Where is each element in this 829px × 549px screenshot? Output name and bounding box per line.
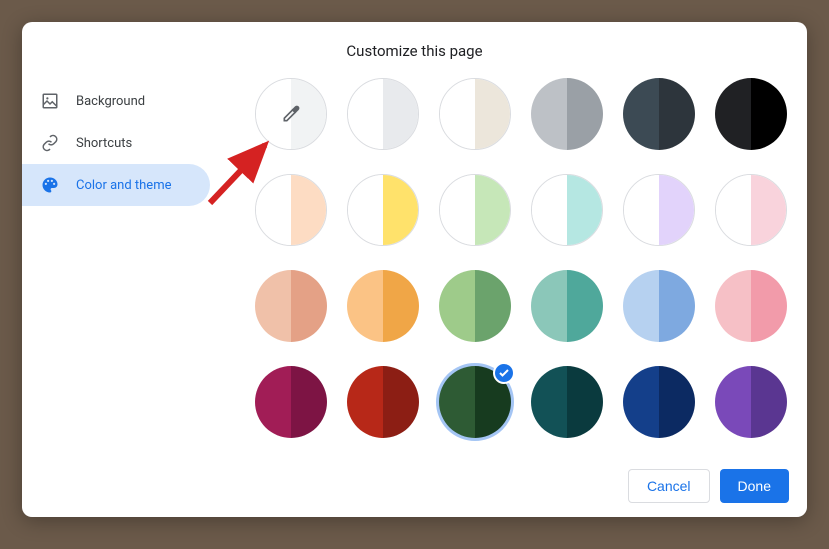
- color-swatch-pastel-pink[interactable]: [715, 174, 787, 246]
- color-swatch-navy[interactable]: [623, 366, 695, 438]
- cancel-button[interactable]: Cancel: [628, 469, 710, 503]
- image-frame-icon: [40, 91, 60, 111]
- link-icon: [40, 133, 60, 153]
- color-swatch-color-picker[interactable]: [255, 78, 327, 150]
- sidebar-item-label: Color and theme: [76, 178, 172, 193]
- color-swatch-green[interactable]: [439, 270, 511, 342]
- color-swatch-pink[interactable]: [715, 270, 787, 342]
- sidebar: Background Shortcuts Color and them: [22, 78, 220, 463]
- sidebar-item-shortcuts[interactable]: Shortcuts: [22, 122, 210, 164]
- dialog-footer: Cancel Done: [610, 455, 807, 517]
- color-swatch-pastel-yellow[interactable]: [347, 174, 419, 246]
- color-swatch-pastel-green[interactable]: [439, 174, 511, 246]
- color-swatch-teal[interactable]: [531, 270, 603, 342]
- color-swatch-pastel-lavender[interactable]: [623, 174, 695, 246]
- sidebar-item-label: Background: [76, 94, 145, 109]
- color-swatch-magenta[interactable]: [255, 366, 327, 438]
- color-swatch-light-grey[interactable]: [347, 78, 419, 150]
- sidebar-item-background[interactable]: Background: [22, 80, 210, 122]
- color-swatch-warm-grey[interactable]: [439, 78, 511, 150]
- color-swatch-forest-green[interactable]: [439, 366, 511, 438]
- color-swatch-pastel-teal[interactable]: [531, 174, 603, 246]
- done-button[interactable]: Done: [720, 469, 789, 503]
- color-swatch-black[interactable]: [715, 78, 787, 150]
- dialog-title: Customize this page: [22, 22, 807, 78]
- customize-dialog: Customize this page Background: [22, 22, 807, 517]
- palette-icon: [40, 175, 60, 195]
- color-swatch-grey[interactable]: [531, 78, 603, 150]
- palette-area: [220, 78, 807, 463]
- color-swatch-deep-teal[interactable]: [531, 366, 603, 438]
- color-swatch-blue[interactable]: [623, 270, 695, 342]
- color-swatch-purple[interactable]: [715, 366, 787, 438]
- color-swatch-red[interactable]: [347, 366, 419, 438]
- color-swatch-peach[interactable]: [255, 270, 327, 342]
- sidebar-item-label: Shortcuts: [76, 136, 132, 151]
- check-icon: [493, 362, 515, 384]
- color-swatch-orange[interactable]: [347, 270, 419, 342]
- color-swatch-pastel-peach[interactable]: [255, 174, 327, 246]
- eyedropper-icon: [256, 79, 326, 149]
- sidebar-item-color-theme[interactable]: Color and theme: [22, 164, 210, 206]
- color-swatch-dark-slate[interactable]: [623, 78, 695, 150]
